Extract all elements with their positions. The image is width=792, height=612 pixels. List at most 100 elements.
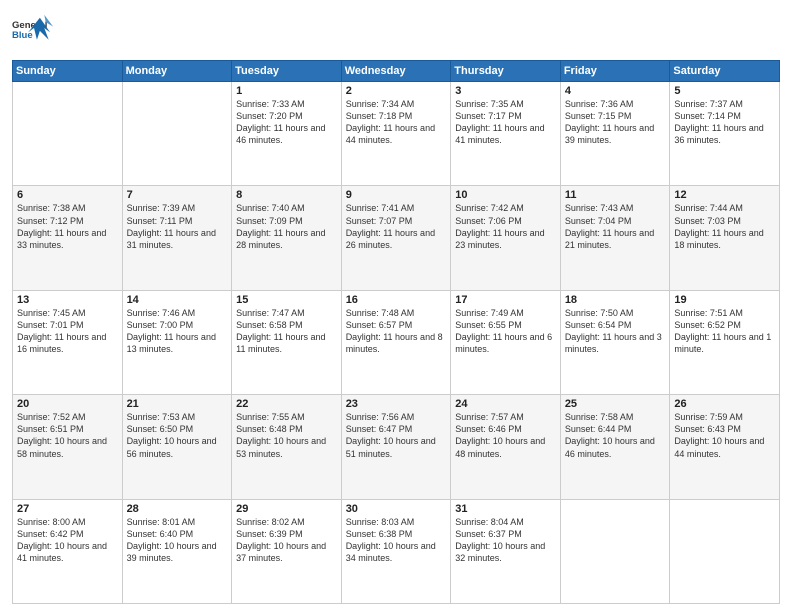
calendar-cell: 3 Sunrise: 7:35 AMSunset: 7:17 PMDaylight…	[451, 82, 561, 186]
calendar-cell: 2 Sunrise: 7:34 AMSunset: 7:18 PMDaylight…	[341, 82, 451, 186]
svg-text:Blue: Blue	[12, 30, 33, 41]
calendar-cell: 28 Sunrise: 8:01 AMSunset: 6:40 PMDayligh…	[122, 499, 232, 603]
day-number: 28	[127, 503, 228, 515]
cell-info: Sunrise: 7:46 AMSunset: 7:00 PMDaylight:…	[127, 308, 216, 354]
calendar-table: Sunday Monday Tuesday Wednesday Thursday…	[12, 60, 780, 604]
day-number: 15	[236, 294, 337, 306]
calendar-cell: 24 Sunrise: 7:57 AMSunset: 6:46 PMDayligh…	[451, 395, 561, 499]
cell-info: Sunrise: 7:36 AMSunset: 7:15 PMDaylight:…	[565, 99, 654, 145]
day-number: 23	[346, 398, 447, 410]
day-number: 30	[346, 503, 447, 515]
cell-info: Sunrise: 7:57 AMSunset: 6:46 PMDaylight:…	[455, 412, 545, 458]
cell-info: Sunrise: 7:47 AMSunset: 6:58 PMDaylight:…	[236, 308, 325, 354]
day-number: 17	[455, 294, 556, 306]
day-number: 26	[674, 398, 775, 410]
col-friday: Friday	[560, 61, 670, 82]
calendar-cell: 18 Sunrise: 7:50 AMSunset: 6:54 PMDayligh…	[560, 290, 670, 394]
cell-info: Sunrise: 7:50 AMSunset: 6:54 PMDaylight:…	[565, 308, 662, 354]
day-number: 14	[127, 294, 228, 306]
calendar-cell: 31Sunrise: 8:04 AMSunset: 6:37 PMDayligh…	[451, 499, 561, 603]
col-saturday: Saturday	[670, 61, 780, 82]
col-wednesday: Wednesday	[341, 61, 451, 82]
calendar-cell: 29Sunrise: 8:02 AMSunset: 6:39 PMDayligh…	[232, 499, 342, 603]
cell-info: Sunrise: 7:55 AMSunset: 6:48 PMDaylight:…	[236, 412, 326, 458]
day-number: 16	[346, 294, 447, 306]
cell-info: Sunrise: 7:45 AMSunset: 7:01 PMDaylight:…	[17, 308, 106, 354]
day-number: 8	[236, 189, 337, 201]
calendar-week-row: 6 Sunrise: 7:38 AMSunset: 7:12 PMDaylight…	[13, 186, 780, 290]
calendar-cell: 22 Sunrise: 7:55 AMSunset: 6:48 PMDayligh…	[232, 395, 342, 499]
cell-info: Sunrise: 7:38 AMSunset: 7:12 PMDaylight:…	[17, 203, 106, 249]
day-number: 12	[674, 189, 775, 201]
cell-info: Sunrise: 7:48 AMSunset: 6:57 PMDaylight:…	[346, 308, 443, 354]
calendar-header-row: Sunday Monday Tuesday Wednesday Thursday…	[13, 61, 780, 82]
calendar-cell: 17 Sunrise: 7:49 AMSunset: 6:55 PMDayligh…	[451, 290, 561, 394]
day-number: 2	[346, 85, 447, 97]
calendar-cell: 1 Sunrise: 7:33 AMSunset: 7:20 PMDaylight…	[232, 82, 342, 186]
col-monday: Monday	[122, 61, 232, 82]
calendar-cell: 10Sunrise: 7:42 AMSunset: 7:06 PMDayligh…	[451, 186, 561, 290]
calendar-cell: 15 Sunrise: 7:47 AMSunset: 6:58 PMDayligh…	[232, 290, 342, 394]
cell-info: Sunrise: 7:52 AMSunset: 6:51 PMDaylight:…	[17, 412, 107, 458]
cell-info: Sunrise: 8:02 AMSunset: 6:39 PMDaylight:…	[236, 517, 326, 563]
col-tuesday: Tuesday	[232, 61, 342, 82]
calendar-cell: 30 Sunrise: 8:03 AMSunset: 6:38 PMDayligh…	[341, 499, 451, 603]
calendar-week-row: 1 Sunrise: 7:33 AMSunset: 7:20 PMDaylight…	[13, 82, 780, 186]
day-number: 25	[565, 398, 666, 410]
calendar-cell: 19Sunrise: 7:51 AMSunset: 6:52 PMDayligh…	[670, 290, 780, 394]
cell-info: Sunrise: 8:01 AMSunset: 6:40 PMDaylight:…	[127, 517, 217, 563]
cell-info: Sunrise: 8:00 AMSunset: 6:42 PMDaylight:…	[17, 517, 107, 563]
cell-info: Sunrise: 7:53 AMSunset: 6:50 PMDaylight:…	[127, 412, 217, 458]
day-number: 21	[127, 398, 228, 410]
day-number: 18	[565, 294, 666, 306]
cell-info: Sunrise: 7:35 AMSunset: 7:17 PMDaylight:…	[455, 99, 544, 145]
day-number: 20	[17, 398, 118, 410]
cell-info: Sunrise: 7:39 AMSunset: 7:11 PMDaylight:…	[127, 203, 216, 249]
day-number: 5	[674, 85, 775, 97]
day-number: 9	[346, 189, 447, 201]
logo-icon: General Blue	[12, 10, 56, 54]
calendar-cell	[560, 499, 670, 603]
calendar-cell: 13 Sunrise: 7:45 AMSunset: 7:01 PMDayligh…	[13, 290, 123, 394]
cell-info: Sunrise: 7:34 AMSunset: 7:18 PMDaylight:…	[346, 99, 435, 145]
calendar-cell: 5 Sunrise: 7:37 AMSunset: 7:14 PMDaylight…	[670, 82, 780, 186]
calendar-cell: 20 Sunrise: 7:52 AMSunset: 6:51 PMDayligh…	[13, 395, 123, 499]
day-number: 4	[565, 85, 666, 97]
calendar-cell: 25 Sunrise: 7:58 AMSunset: 6:44 PMDayligh…	[560, 395, 670, 499]
cell-info: Sunrise: 7:51 AMSunset: 6:52 PMDaylight:…	[674, 308, 771, 354]
day-number: 27	[17, 503, 118, 515]
day-number: 3	[455, 85, 556, 97]
calendar-cell: 8Sunrise: 7:40 AMSunset: 7:09 PMDaylight…	[232, 186, 342, 290]
calendar-week-row: 27 Sunrise: 8:00 AMSunset: 6:42 PMDayligh…	[13, 499, 780, 603]
calendar-cell	[13, 82, 123, 186]
cell-info: Sunrise: 7:58 AMSunset: 6:44 PMDaylight:…	[565, 412, 655, 458]
calendar-cell: 12 Sunrise: 7:44 AMSunset: 7:03 PMDayligh…	[670, 186, 780, 290]
calendar-week-row: 13 Sunrise: 7:45 AMSunset: 7:01 PMDayligh…	[13, 290, 780, 394]
day-number: 31	[455, 503, 556, 515]
cell-info: Sunrise: 7:56 AMSunset: 6:47 PMDaylight:…	[346, 412, 436, 458]
day-number: 1	[236, 85, 337, 97]
day-number: 22	[236, 398, 337, 410]
cell-info: Sunrise: 7:59 AMSunset: 6:43 PMDaylight:…	[674, 412, 764, 458]
calendar-cell: 16 Sunrise: 7:48 AMSunset: 6:57 PMDayligh…	[341, 290, 451, 394]
cell-info: Sunrise: 7:33 AMSunset: 7:20 PMDaylight:…	[236, 99, 325, 145]
col-thursday: Thursday	[451, 61, 561, 82]
day-number: 13	[17, 294, 118, 306]
day-number: 24	[455, 398, 556, 410]
cell-info: Sunrise: 7:49 AMSunset: 6:55 PMDaylight:…	[455, 308, 552, 354]
col-sunday: Sunday	[13, 61, 123, 82]
cell-info: Sunrise: 7:37 AMSunset: 7:14 PMDaylight:…	[674, 99, 763, 145]
calendar-cell: 14 Sunrise: 7:46 AMSunset: 7:00 PMDayligh…	[122, 290, 232, 394]
calendar-cell: 9 Sunrise: 7:41 AMSunset: 7:07 PMDaylight…	[341, 186, 451, 290]
calendar-cell	[122, 82, 232, 186]
cell-info: Sunrise: 8:03 AMSunset: 6:38 PMDaylight:…	[346, 517, 436, 563]
cell-info: Sunrise: 7:41 AMSunset: 7:07 PMDaylight:…	[346, 203, 435, 249]
calendar-cell: 7Sunrise: 7:39 AMSunset: 7:11 PMDaylight…	[122, 186, 232, 290]
calendar-cell: 23 Sunrise: 7:56 AMSunset: 6:47 PMDayligh…	[341, 395, 451, 499]
calendar-cell: 26 Sunrise: 7:59 AMSunset: 6:43 PMDayligh…	[670, 395, 780, 499]
day-number: 11	[565, 189, 666, 201]
day-number: 6	[17, 189, 118, 201]
calendar-cell: 4 Sunrise: 7:36 AMSunset: 7:15 PMDaylight…	[560, 82, 670, 186]
cell-info: Sunrise: 7:44 AMSunset: 7:03 PMDaylight:…	[674, 203, 763, 249]
logo: General Blue	[12, 10, 56, 54]
